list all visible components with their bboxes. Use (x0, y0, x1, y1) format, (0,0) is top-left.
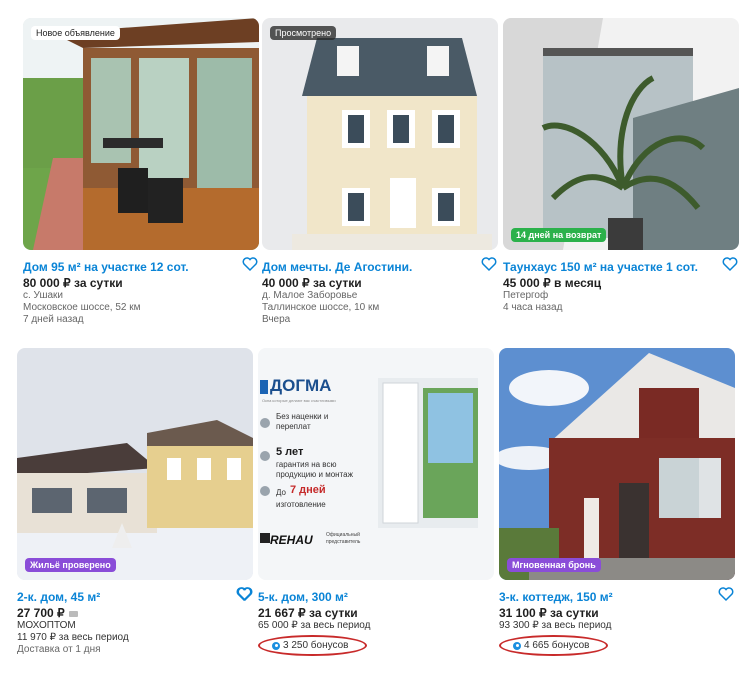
listing-date: 4 часа назад (503, 302, 563, 313)
listing-photo[interactable]: Новое объявление (23, 18, 259, 250)
listing-price: 45 000 ₽ в месяц (503, 276, 602, 290)
listing-card[interactable]: ДОГМА Окна которые делают вас счастливым… (237, 348, 494, 656)
heart-icon[interactable] (241, 255, 259, 273)
ad-tagline: Окна которые делают вас счастливыми (262, 398, 336, 403)
listing-title[interactable]: Таунхаус 150 м² на участке 1 сот. (503, 260, 698, 274)
ad-feature-prefix: До (276, 488, 286, 497)
listing-card[interactable]: Новое объявление Дом 95 м² на участке 12… (23, 18, 259, 326)
listing-card[interactable]: Жильё проверено 2-к. дом, 45 м² 27 700 ₽… (17, 348, 253, 656)
listing-price: 40 000 ₽ за сутки (262, 276, 362, 290)
listing-delivery: Доставка от 1 дня (17, 644, 101, 655)
ad-feature: изготовление (276, 500, 326, 509)
ad-feature: Без наценки и переплат (276, 412, 329, 431)
listing-badge: Новое объявление (31, 26, 120, 40)
listing-photo[interactable]: ДОГМА Окна которые делают вас счастливым… (258, 348, 494, 580)
bonus-text: 4 665 бонусов (524, 640, 590, 651)
ad-partner-note: Официальный представитель (326, 532, 361, 545)
listing-price: 31 100 ₽ за сутки (499, 606, 599, 620)
listing-photo[interactable]: Просмотрено (262, 18, 498, 250)
listing-total-price: 65 000 ₽ за весь период (258, 620, 371, 631)
heart-icon[interactable] (480, 255, 498, 273)
listing-card[interactable]: Просмотрено Дом мечты. Де Агостини. 40 0… (262, 18, 498, 326)
heart-icon[interactable] (721, 255, 739, 273)
listing-price: 27 700 ₽ (17, 606, 253, 620)
bonus-badge: 3 250 бонусов (258, 635, 367, 656)
ad-feature-highlight: 5 лет (276, 446, 304, 458)
heart-icon[interactable] (236, 585, 254, 603)
listing-location: д. Малое Заборовье (262, 290, 358, 301)
bonus-badge: 4 665 бонусов (499, 635, 608, 656)
ad-feature-highlight: 7 дней (290, 484, 326, 496)
message-icon (68, 611, 78, 617)
listing-badge: 14 дней на возврат (511, 228, 607, 242)
listing-title[interactable]: 5-к. дом, 300 м² (258, 590, 348, 604)
listing-price: 80 000 ₽ за сутки (23, 276, 123, 290)
bonus-icon (513, 641, 521, 650)
listing-title[interactable]: 2-к. дом, 45 м² (17, 590, 100, 604)
listing-badge: Просмотрено (270, 26, 337, 40)
listing-address: Таллинское шоссе, 10 км (262, 302, 380, 313)
listing-price-value: 27 700 ₽ (17, 606, 65, 620)
listing-location: с. Ушаки (23, 290, 64, 301)
listing-price: 21 667 ₽ за сутки (258, 606, 358, 620)
listing-badge: Мгновенная бронь (507, 558, 601, 572)
listing-card[interactable]: Мгновенная бронь 3-к. коттедж, 150 м² 31… (499, 348, 735, 656)
listing-photo[interactable]: Жильё проверено (17, 348, 253, 580)
listing-seller: МОХОПТОМ (17, 620, 76, 631)
listing-date: Вчера (262, 314, 291, 325)
listing-location: Петергоф (503, 290, 549, 301)
listing-total-price: 11 970 ₽ за весь период (17, 632, 129, 643)
listing-title[interactable]: Дом 95 м² на участке 12 сот. (23, 260, 189, 274)
heart-icon[interactable] (717, 585, 735, 603)
listing-photo[interactable]: 14 дней на возврат (503, 18, 739, 250)
ad-feature: гарантия на всю продукцию и монтаж (276, 460, 353, 479)
listing-address: Московское шоссе, 52 км (23, 302, 141, 313)
listing-total-price: 93 300 ₽ за весь период (499, 620, 612, 631)
listing-badge: Жильё проверено (25, 558, 116, 572)
listing-card[interactable]: 14 дней на возврат Таунхаус 150 м² на уч… (503, 18, 739, 314)
listing-photo[interactable]: Мгновенная бронь (499, 348, 735, 580)
bonus-text: 3 250 бонусов (283, 640, 349, 651)
ad-brand: ДОГМА (270, 376, 332, 395)
ad-partner-logo: REHAU (270, 533, 313, 547)
listing-date: 7 дней назад (23, 314, 84, 325)
listing-title[interactable]: 3-к. коттедж, 150 м² (499, 590, 613, 604)
bonus-icon (272, 641, 280, 650)
listing-title[interactable]: Дом мечты. Де Агостини. (262, 260, 412, 274)
